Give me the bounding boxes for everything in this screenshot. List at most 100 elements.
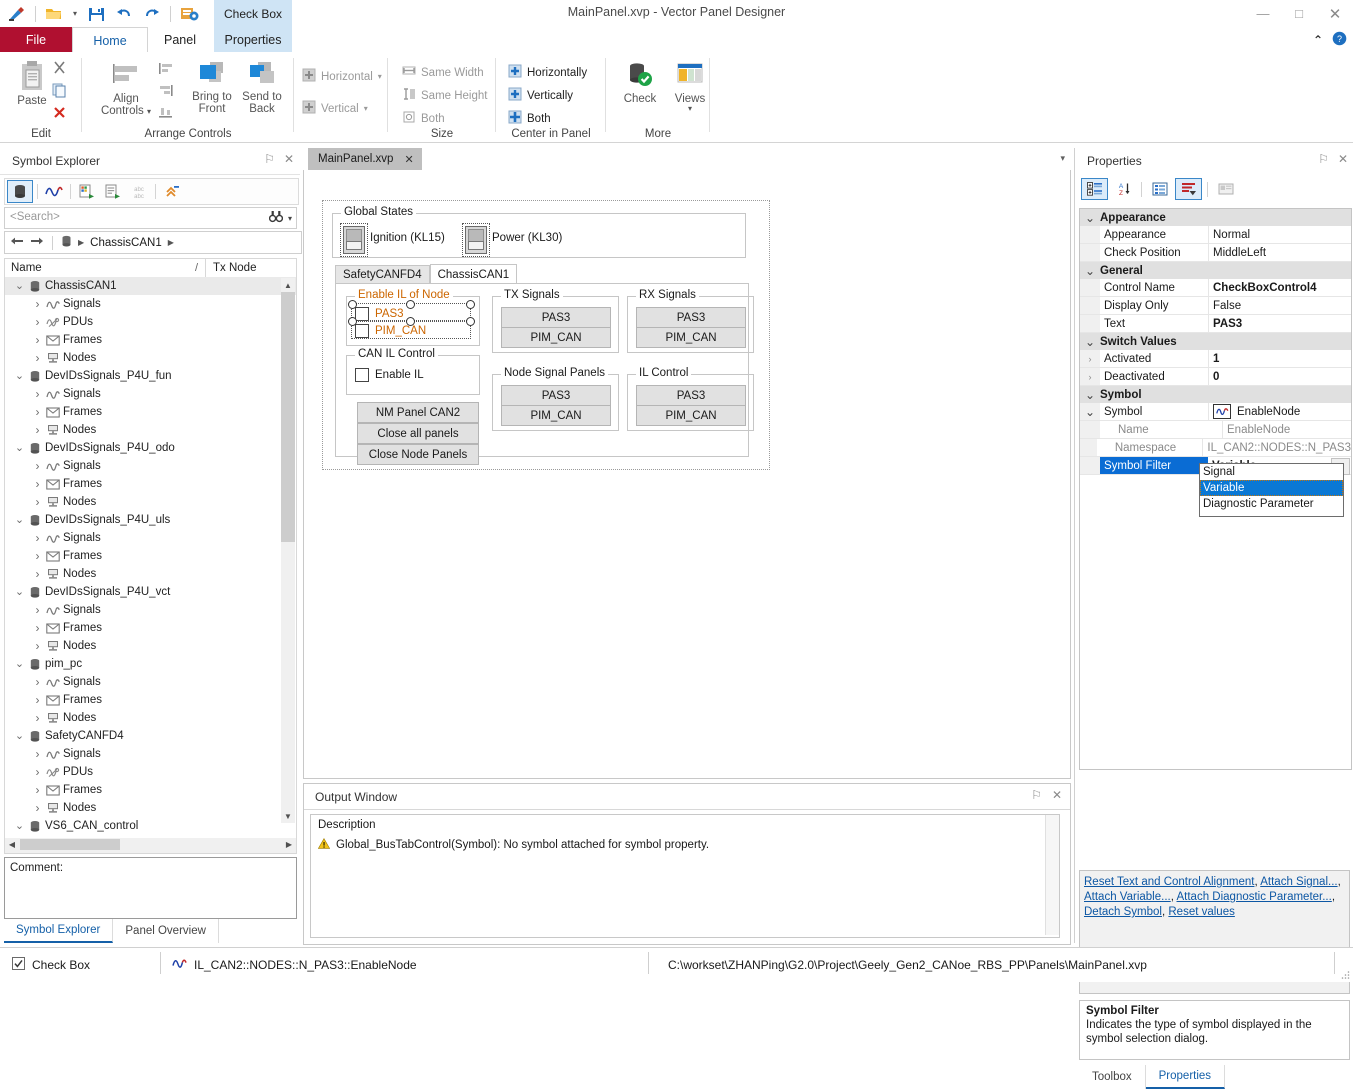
align-left-icon[interactable] — [158, 62, 174, 78]
dropdown-option[interactable]: Diagnostic Parameter — [1200, 496, 1343, 512]
chevron-right-icon[interactable]: › — [31, 783, 44, 797]
property-value[interactable]: IL_CAN2::NODES::N_PAS3 — [1203, 439, 1351, 456]
property-row[interactable]: Namespace IL_CAN2::NODES::N_PAS3 — [1080, 439, 1351, 457]
breadcrumb-caret-1-icon[interactable]: ▶ — [78, 238, 84, 247]
bus-tab-safetycanfd4[interactable]: SafetyCANFD4 — [335, 265, 430, 284]
button-close-node-panels[interactable]: Close Node Panels — [357, 444, 479, 465]
property-category-header[interactable]: ⌄ Appearance — [1080, 209, 1351, 226]
forward-arrow-icon[interactable] — [30, 236, 44, 249]
node-signal-button-pas3[interactable]: PAS3 — [501, 385, 611, 406]
scroll-down-arrow-icon[interactable]: ▼ — [281, 809, 295, 823]
tree-item[interactable]: › Nodes — [5, 493, 296, 511]
checkbox-enable-il[interactable]: Enable IL — [355, 368, 424, 382]
design-canvas[interactable]: Global States Ignition (KL15) Power (KL3… — [303, 170, 1071, 779]
distribute-vertical-caret-icon[interactable]: ▾ — [364, 104, 368, 113]
tree-item[interactable]: ⌄ ChassisCAN1 — [5, 277, 296, 295]
chevron-right-icon[interactable]: › — [1080, 350, 1100, 367]
chevron-down-icon[interactable]: ⌄ — [1080, 212, 1100, 224]
il-control-button-pas3[interactable]: PAS3 — [636, 385, 746, 406]
output-message-row[interactable]: Global_BusTabControl(Symbol): No symbol … — [317, 837, 709, 852]
tree-item[interactable]: › Frames — [5, 331, 296, 349]
il-control-button-pim-can[interactable]: PIM_CAN — [636, 405, 746, 426]
property-row[interactable]: › Activated 1 — [1080, 350, 1351, 368]
chevron-down-icon[interactable]: ⌄ — [1080, 389, 1100, 401]
chevron-right-icon[interactable]: › — [31, 315, 44, 329]
center-horizontally-button[interactable]: Horizontally — [508, 62, 587, 83]
chevron-right-icon[interactable]: › — [31, 333, 44, 347]
description-pane-button[interactable] — [1213, 179, 1238, 199]
chevron-down-icon[interactable]: ⌄ — [13, 587, 26, 598]
center-both-button[interactable]: Both — [508, 108, 551, 129]
contextual-tab-checkbox[interactable]: Check Box — [214, 0, 292, 27]
output-close-icon[interactable]: ✕ — [1052, 788, 1062, 802]
tree-item[interactable]: › Signals — [5, 745, 296, 763]
tree-item[interactable]: ⌄ DevIDsSignals_P4U_odo — [5, 439, 296, 457]
chevron-right-icon[interactable]: › — [31, 639, 44, 653]
copy-icon[interactable] — [52, 83, 67, 101]
property-row[interactable]: Display Only False — [1080, 297, 1351, 315]
chevron-down-icon[interactable]: ⌄ — [1080, 403, 1100, 420]
property-row[interactable]: Name EnableNode — [1080, 421, 1351, 439]
column-tx-node[interactable]: Tx Node — [213, 262, 256, 274]
tx-signal-button-pim-can[interactable]: PIM_CAN — [501, 327, 611, 348]
align-bottom-icon[interactable] — [158, 106, 174, 122]
chevron-right-icon[interactable]: › — [31, 531, 44, 545]
property-verb-link[interactable]: Reset values — [1168, 906, 1234, 918]
close-icon[interactable]: ✕ — [284, 152, 294, 166]
resize-handle-mr[interactable] — [466, 317, 475, 326]
bring-to-front-button[interactable]: Bring to Front — [184, 60, 240, 115]
property-value[interactable]: EnableNode — [1209, 403, 1351, 420]
tree-item[interactable]: › Frames — [5, 547, 296, 565]
chevron-down-icon[interactable]: ⌄ — [13, 821, 26, 832]
tree-item[interactable]: ⌄ DevIDsSignals_P4U_uls — [5, 511, 296, 529]
distribute-vertical-button[interactable]: Vertical ▾ — [302, 98, 368, 119]
node-signal-button-pim-can[interactable]: PIM_CAN — [501, 405, 611, 426]
tree-item[interactable]: › Frames — [5, 403, 296, 421]
chevron-down-icon[interactable]: ⌄ — [13, 515, 26, 526]
chevron-right-icon[interactable]: › — [1080, 368, 1100, 385]
properties-close-icon[interactable]: ✕ — [1338, 152, 1348, 166]
chevron-right-icon[interactable]: › — [31, 423, 44, 437]
symbol-filter-dropdown-list[interactable]: Signal Variable Diagnostic Parameter — [1199, 463, 1344, 517]
property-category-header[interactable]: ⌄ Symbol — [1080, 386, 1351, 403]
tab-properties[interactable]: Properties — [214, 27, 292, 52]
rename-abc-button[interactable]: abc abc — [127, 181, 151, 202]
property-row[interactable]: Appearance Normal — [1080, 226, 1351, 244]
property-category-header[interactable]: ⌄ Switch Values — [1080, 333, 1351, 350]
chevron-right-icon[interactable]: › — [31, 711, 44, 725]
align-right-icon[interactable] — [158, 84, 174, 100]
chevron-right-icon[interactable]: › — [31, 693, 44, 707]
scroll-right-arrow-icon[interactable]: ▶ — [282, 838, 296, 851]
chevron-right-icon[interactable]: › — [31, 297, 44, 311]
chevron-down-icon[interactable]: ⌄ — [13, 443, 26, 454]
property-value[interactable]: 0 — [1209, 368, 1351, 385]
tree-item[interactable]: › Signals — [5, 385, 296, 403]
rx-signals-group[interactable]: RX Signals PAS3 PIM_CAN — [627, 289, 754, 353]
tree-item[interactable]: › Frames — [5, 475, 296, 493]
property-value[interactable]: PAS3 — [1209, 315, 1351, 332]
comment-box[interactable]: Comment: — [4, 857, 297, 919]
tx-signals-group[interactable]: TX Signals PAS3 PIM_CAN — [492, 289, 619, 353]
scroll-left-arrow-icon[interactable]: ◀ — [5, 838, 19, 851]
insert-symbols-button[interactable] — [75, 181, 99, 202]
tree-item[interactable]: › Frames — [5, 781, 296, 799]
checkbox-enable-il-box[interactable] — [355, 368, 369, 382]
column-name[interactable]: Name — [11, 262, 42, 274]
resize-handle-tl[interactable] — [348, 300, 357, 309]
tree-item[interactable]: › PDUs — [5, 763, 296, 781]
send-to-back-button[interactable]: Send to Back — [234, 60, 290, 115]
resize-grip-icon[interactable] — [1340, 969, 1350, 979]
chevron-right-icon[interactable]: › — [31, 801, 44, 815]
property-value[interactable]: MiddleLeft — [1209, 244, 1351, 261]
chevron-right-icon[interactable]: › — [31, 675, 44, 689]
property-verb-link[interactable]: Attach Variable... — [1084, 891, 1171, 903]
property-row[interactable]: › Deactivated 0 — [1080, 368, 1351, 386]
chevron-right-icon[interactable]: › — [31, 765, 44, 779]
minimize-button[interactable]: — — [1245, 0, 1281, 27]
views-caret-icon[interactable]: ▾ — [688, 103, 692, 115]
property-events-button[interactable] — [1175, 178, 1202, 200]
tree-item[interactable]: › Nodes — [5, 565, 296, 583]
tree-item[interactable]: › Signals — [5, 529, 296, 547]
rx-signal-button-pas3[interactable]: PAS3 — [636, 307, 746, 328]
same-width-button[interactable]: Same Width — [402, 62, 484, 83]
